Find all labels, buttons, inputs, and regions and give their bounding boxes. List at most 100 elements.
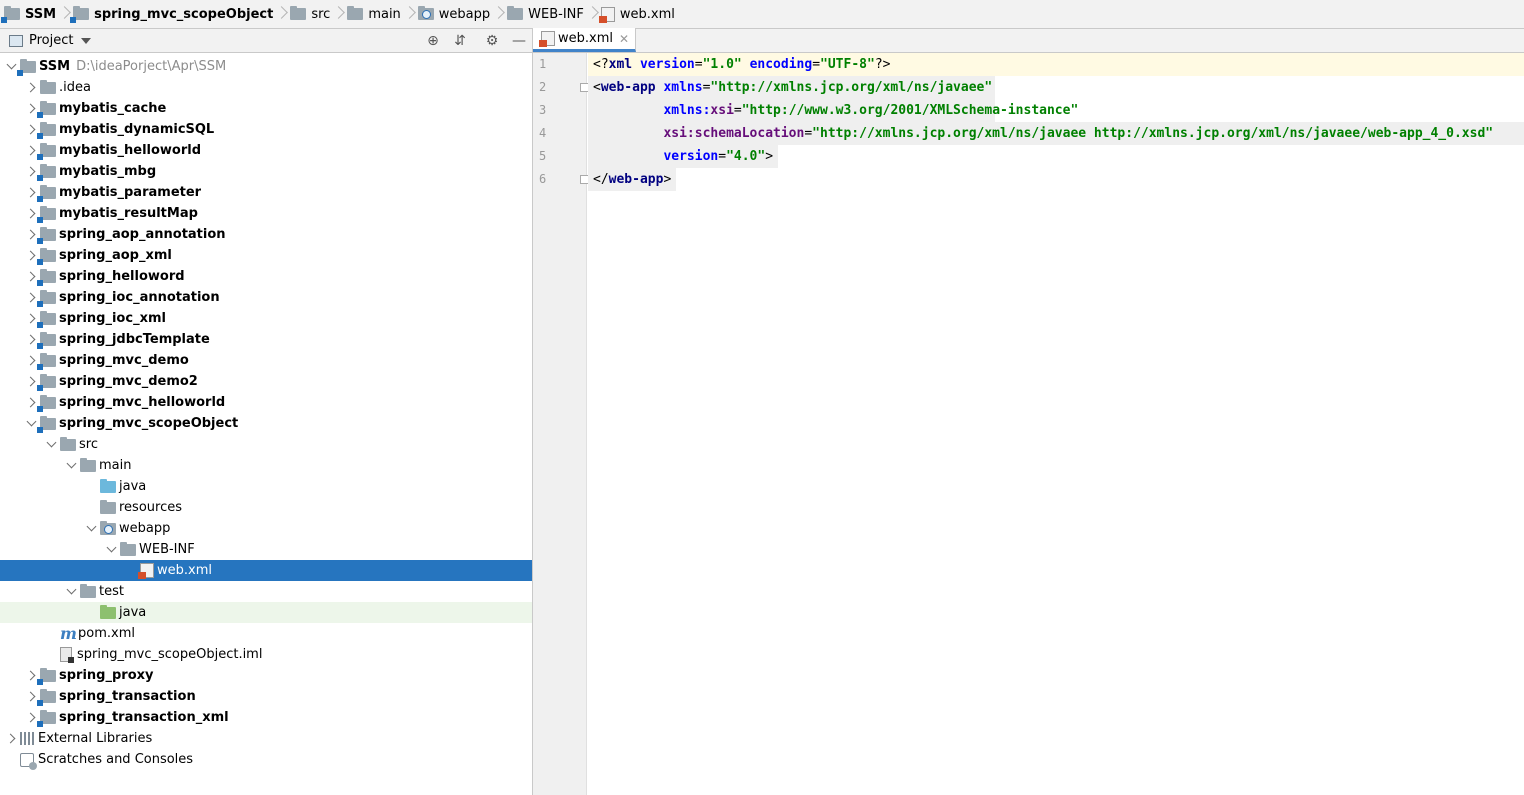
tree-node[interactable]: spring_ioc_xml xyxy=(0,308,532,329)
breadcrumb-item[interactable]: main xyxy=(347,0,402,29)
project-view-selector[interactable]: Project xyxy=(29,33,73,48)
code-line[interactable]: </web-app> xyxy=(588,168,676,191)
tree-node[interactable]: External Libraries xyxy=(0,728,532,749)
chevron-right-icon[interactable] xyxy=(24,77,40,98)
code-token: <? xyxy=(593,57,609,72)
breadcrumb-item[interactable]: webapp xyxy=(417,0,492,29)
module-folder-icon xyxy=(37,184,56,202)
code-token: xsi xyxy=(710,103,734,118)
code-token: > xyxy=(663,172,672,187)
tree-node-label: .idea xyxy=(59,80,91,95)
tree-node-label: mybatis_dynamicSQL xyxy=(59,122,215,137)
breadcrumb: SSM spring_mvc_scopeObject src main webapp WE… xyxy=(0,0,1524,29)
tree-node[interactable]: Scratches and Consoles xyxy=(0,749,532,770)
tree-node[interactable]: spring_mvc_scopeObject.iml xyxy=(0,644,532,665)
tree-node[interactable]: WEB-INF xyxy=(0,539,532,560)
breadcrumb-label: WEB-INF xyxy=(528,6,584,22)
tree-node-label: spring_proxy xyxy=(59,668,154,683)
tree-node-label: SSM xyxy=(39,59,71,74)
breadcrumb-separator-icon xyxy=(588,0,598,29)
tree-node[interactable]: mybatis_dynamicSQL xyxy=(0,119,532,140)
code-token: < xyxy=(593,80,601,95)
tree-node[interactable]: SSM D:\ideaPorject\Apr\SSM xyxy=(0,56,532,77)
breadcrumb-separator-icon xyxy=(60,0,70,29)
code-area[interactable]: 123456 <?xml version="1.0" encoding="UTF… xyxy=(533,53,1524,795)
tree-node-label: spring_mvc_scopeObject xyxy=(59,416,239,431)
tree-node[interactable]: spring_mvc_demo xyxy=(0,350,532,371)
tree-node[interactable]: spring_jdbcTemplate xyxy=(0,329,532,350)
breadcrumb-item[interactable]: src xyxy=(290,0,332,29)
tree-node[interactable]: spring_proxy xyxy=(0,665,532,686)
chevron-right-icon[interactable] xyxy=(4,728,20,749)
breadcrumb-item[interactable]: SSM xyxy=(1,0,58,29)
tree-node[interactable]: mybatis_mbg xyxy=(0,161,532,182)
tree-node[interactable]: spring_aop_xml xyxy=(0,245,532,266)
chevron-down-icon[interactable] xyxy=(81,37,92,44)
chevron-down-icon[interactable] xyxy=(64,455,80,476)
gear-icon[interactable]: ⚙ xyxy=(484,33,500,49)
tree-node[interactable]: spring_helloword xyxy=(0,266,532,287)
chevron-down-icon[interactable] xyxy=(64,581,80,602)
tree-node[interactable]: spring_mvc_helloworld xyxy=(0,392,532,413)
code-token: schemaLocation xyxy=(694,126,805,141)
tab-label: web.xml xyxy=(558,31,613,46)
close-icon[interactable]: ✕ xyxy=(619,32,629,46)
locate-icon[interactable]: ⊕ xyxy=(425,33,441,49)
breadcrumb-item[interactable]: web.xml xyxy=(598,0,677,29)
tree-node[interactable]: mybatis_cache xyxy=(0,98,532,119)
code-line[interactable]: version="4.0"> xyxy=(588,145,778,168)
folder-icon xyxy=(347,6,364,20)
module-folder-icon xyxy=(37,331,56,349)
chevron-down-icon[interactable] xyxy=(44,434,60,455)
library-icon xyxy=(20,732,34,745)
tree-node[interactable]: java xyxy=(0,602,532,623)
tree-node-label: Scratches and Consoles xyxy=(38,752,194,767)
tree-node[interactable]: .idea xyxy=(0,77,532,98)
tree-node-label: resources xyxy=(119,500,183,515)
module-folder-icon xyxy=(37,205,56,223)
tree-node[interactable]: mybatis_parameter xyxy=(0,182,532,203)
tree-node[interactable]: spring_aop_annotation xyxy=(0,224,532,245)
module-folder-icon xyxy=(37,352,56,370)
chevron-down-icon[interactable] xyxy=(104,539,120,560)
collapse-all-icon[interactable]: ⇵ xyxy=(452,33,468,49)
tree-node[interactable]: m pom.xml xyxy=(0,623,532,644)
tab-web-xml[interactable]: web.xml ✕ xyxy=(533,28,637,52)
tree-node[interactable]: main xyxy=(0,455,532,476)
code-token: = xyxy=(804,126,813,141)
code-line[interactable]: <web-app xmlns="http://xmlns.jcp.org/xml… xyxy=(588,76,995,99)
tree-node[interactable]: spring_transaction xyxy=(0,686,532,707)
tree-node[interactable]: test xyxy=(0,581,532,602)
tree-node-label: spring_mvc_scopeObject.iml xyxy=(77,647,263,662)
code-token: = xyxy=(733,103,742,118)
folder-icon xyxy=(120,541,136,556)
module-folder-icon xyxy=(37,268,56,286)
tree-node[interactable]: webapp xyxy=(0,518,532,539)
tree-node[interactable]: resources xyxy=(0,497,532,518)
chevron-down-icon[interactable] xyxy=(84,518,100,539)
hide-icon[interactable]: — xyxy=(511,33,527,49)
code-line[interactable]: xsi:schemaLocation="http://xmlns.jcp.org… xyxy=(588,122,1524,145)
breadcrumb-item[interactable]: WEB-INF xyxy=(507,0,586,29)
tree-node[interactable]: spring_ioc_annotation xyxy=(0,287,532,308)
module-folder-icon xyxy=(1,6,20,23)
folder-icon xyxy=(80,457,96,472)
breadcrumb-item[interactable]: spring_mvc_scopeObject xyxy=(70,0,275,29)
code-line[interactable]: <?xml version="1.0" encoding="UTF-8"?> xyxy=(588,53,1524,76)
tree-node[interactable]: spring_mvc_scopeObject xyxy=(0,413,532,434)
tree-node[interactable]: spring_transaction_xml xyxy=(0,707,532,728)
breadcrumb-label: main xyxy=(368,6,401,22)
folder-icon xyxy=(100,499,116,514)
folder-icon xyxy=(507,6,524,20)
tree-node[interactable]: src xyxy=(0,434,532,455)
tree-node[interactable]: web.xml xyxy=(0,560,532,581)
tree-node[interactable]: mybatis_helloworld xyxy=(0,140,532,161)
module-folder-icon xyxy=(37,373,56,391)
module-folder-icon xyxy=(37,163,56,181)
code-line[interactable]: xmlns:xsi="http://www.w3.org/2001/XMLSch… xyxy=(588,99,1078,122)
tree-node[interactable]: java xyxy=(0,476,532,497)
tree-node[interactable]: spring_mvc_demo2 xyxy=(0,371,532,392)
tree-node-label: spring_mvc_demo2 xyxy=(59,374,198,389)
tree-node[interactable]: mybatis_resultMap xyxy=(0,203,532,224)
code-token: "http://www.w3.org/2001/XMLSchema-instan… xyxy=(741,103,1079,118)
